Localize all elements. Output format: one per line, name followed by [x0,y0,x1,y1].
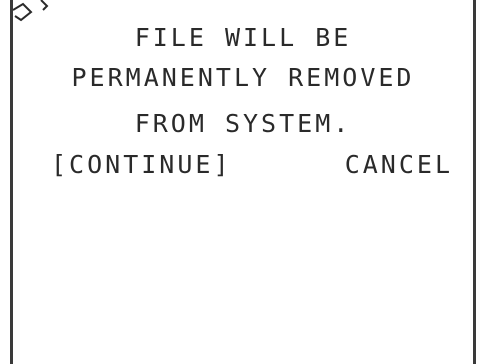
cancel-button[interactable]: CANCEL [345,150,453,180]
message-line-1: FILE WILL BE [134,23,352,52]
continue-button[interactable]: [CONTINUE] [51,150,232,180]
confirmation-screen: FILE WILL BE PERMANENTLY REMOVED FROM SY… [10,0,476,364]
message-line-3: FROM SYSTEM. [134,109,352,138]
message-line-2: PERMANENTLY REMOVED [71,63,415,92]
dialog-choices: [CONTINUE] CANCEL [51,150,453,180]
